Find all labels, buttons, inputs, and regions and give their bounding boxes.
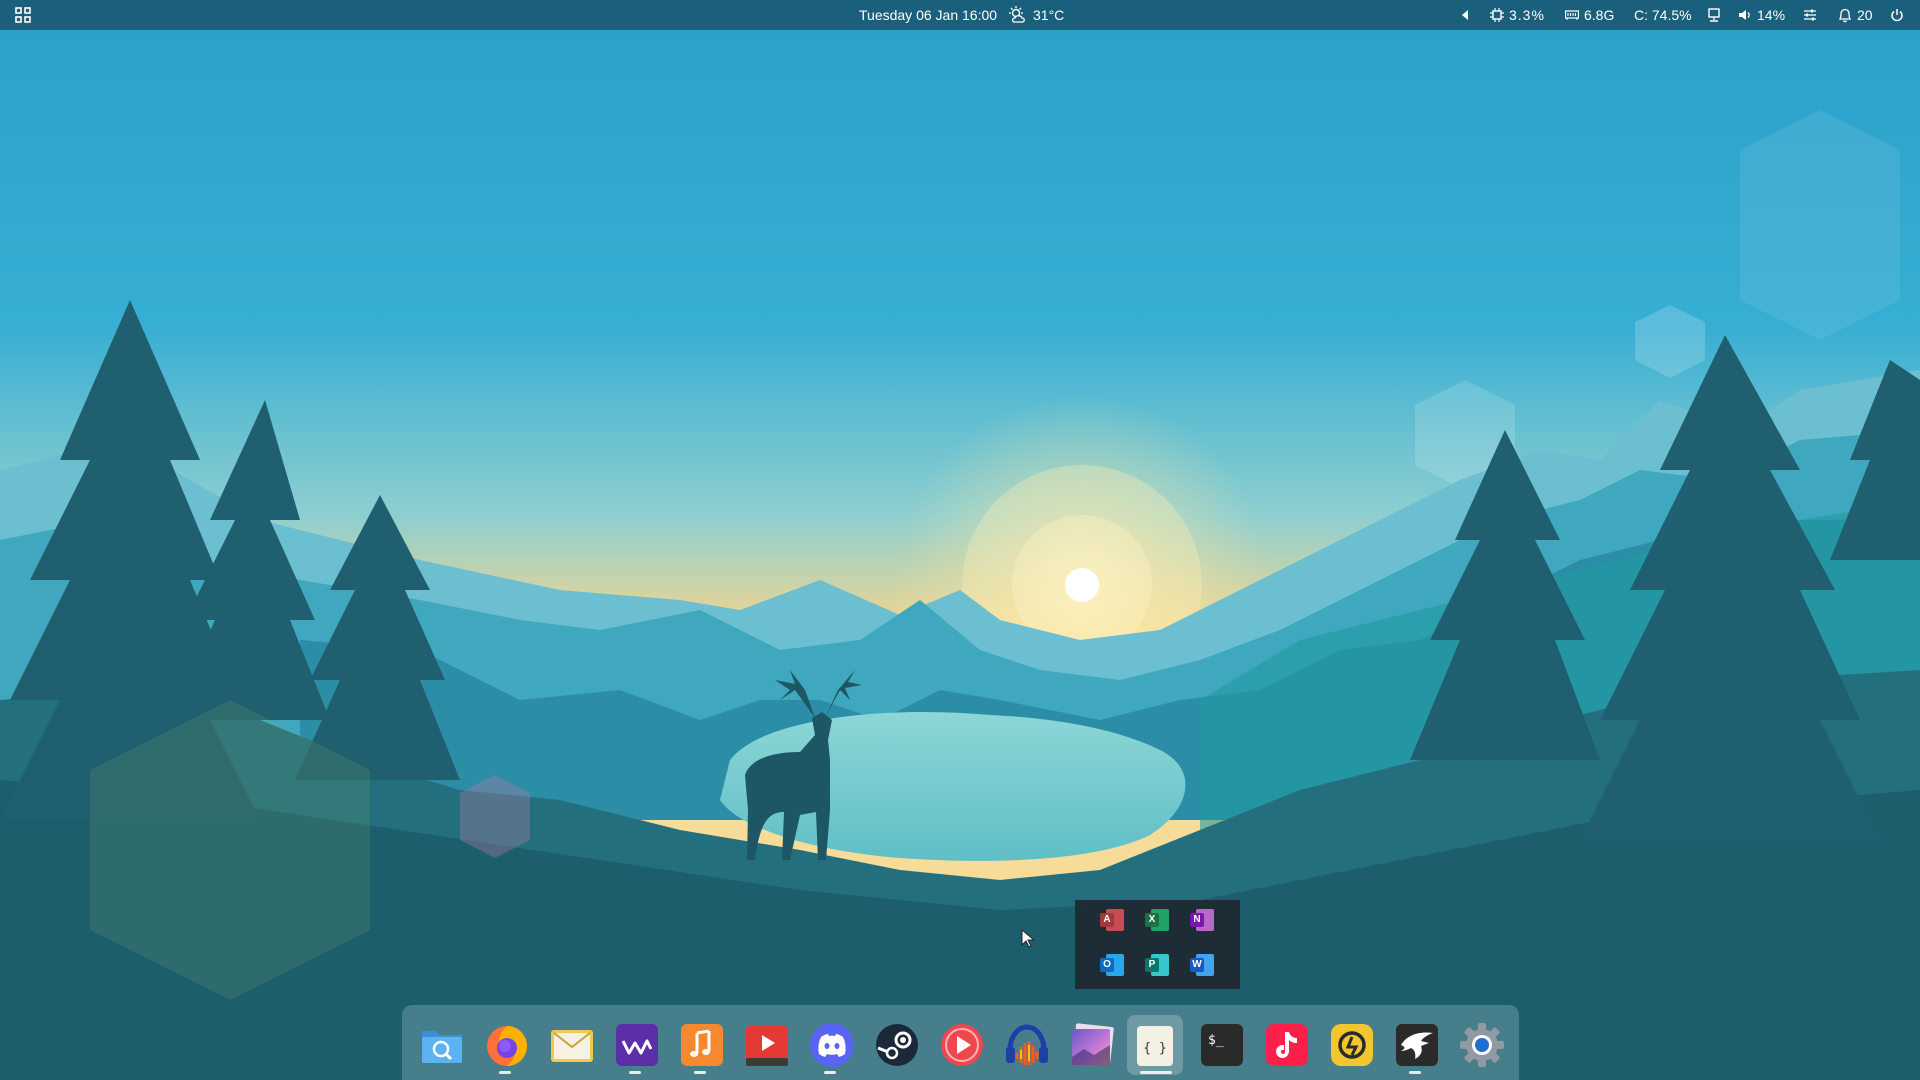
running-indicator-code-editor [1140,1071,1172,1074]
dock: { } $_ [402,1005,1519,1080]
access-letter: A [1100,913,1114,927]
stremio-icon [616,1024,658,1066]
running-indicator-firefox [499,1071,511,1074]
dock-audacity[interactable] [1001,1019,1053,1071]
memory-icon [1565,10,1579,20]
datetime-label: Tuesday 06 Jan 16:00 [859,7,998,23]
speaker-icon [1739,10,1750,20]
dock-steam[interactable] [871,1019,923,1071]
running-indicator-eagle [1409,1071,1421,1074]
dock-firefox[interactable] [481,1019,533,1071]
dock-settings[interactable] [1456,1019,1508,1071]
dock-sync[interactable] [1326,1019,1378,1071]
code-glyph: { } [1143,1041,1166,1056]
mail-icon [551,1030,593,1062]
outlook-app[interactable]: O [1100,953,1124,977]
cpu-indicator[interactable]: 3.3% [1490,0,1545,30]
quick-settings-button[interactable] [1803,0,1817,30]
disk-indicator[interactable]: C: 74.5% [1634,0,1692,30]
dock-terminal[interactable]: $_ [1196,1019,1248,1071]
steam-icon [876,1024,918,1066]
audacity-icon [1006,1024,1048,1065]
dock-photos[interactable] [1066,1019,1118,1071]
running-indicator-discord [824,1071,836,1074]
app-grid-button[interactable] [15,0,31,30]
outlook-letter: O [1100,958,1114,972]
dock-tiktok[interactable] [1261,1019,1313,1071]
music-icon [681,1024,723,1066]
tray-arrow-icon [1462,10,1468,20]
mouse-cursor [1021,929,1036,948]
weather-indicator[interactable]: 31°C [1008,0,1064,30]
word-app[interactable]: W [1190,953,1214,977]
dock-music[interactable] [676,1019,728,1071]
desktop-wallpaper [0,0,1920,1080]
terminal-glyph: $_ [1208,1033,1224,1048]
clock[interactable]: Tuesday 06 Jan 16:00 [859,0,997,30]
running-indicator-music [694,1071,706,1074]
onenote-letter: N [1190,913,1204,927]
volume-label: 14% [1757,7,1786,23]
disk-label: C: 74.5% [1634,7,1692,23]
excel-letter: X [1145,913,1159,927]
dock-video-player[interactable] [741,1019,793,1071]
publisher-app[interactable]: P [1145,953,1169,977]
dock-discord[interactable] [806,1019,858,1071]
word-letter: W [1190,958,1204,972]
settings-gear-icon [1460,1023,1504,1067]
display-button[interactable] [1707,0,1721,30]
dock-finder[interactable] [416,1019,468,1071]
weather-icon [1009,6,1025,23]
cpu-icon [1490,8,1504,22]
display-icon [1708,8,1720,22]
eagle-icon [1396,1024,1438,1066]
access-app[interactable]: A [1100,908,1124,932]
photos-icon [1072,1023,1114,1065]
bell-icon [1838,8,1852,22]
volume-indicator[interactable]: 14% [1738,0,1785,30]
finder-icon [422,1031,462,1063]
power-icon [1891,9,1903,22]
power-button[interactable] [1890,0,1904,30]
dock-mail[interactable] [546,1019,598,1071]
notifications-count: 20 [1857,7,1873,23]
discord-icon [810,1023,854,1067]
terminal-icon: $_ [1201,1024,1243,1066]
dock-stremio[interactable] [611,1019,663,1071]
tiktok-icon [1266,1024,1308,1066]
office-apps-popup: A X N O P W [1075,900,1240,989]
video-player-icon [746,1026,788,1066]
onenote-app[interactable]: N [1190,908,1214,932]
running-indicator-stremio [629,1071,641,1074]
firefox-icon [487,1026,527,1066]
dock-eagle[interactable] [1391,1019,1443,1071]
play-circle-icon [941,1024,983,1066]
notifications-button[interactable]: 20 [1838,0,1873,30]
top-panel: Tuesday 06 Jan 16:00 31°C 3.3% 6.8G C: 7… [0,0,1920,30]
dock-code-editor[interactable]: { } [1127,1015,1183,1075]
settings-sliders-icon [1804,9,1816,21]
memory-label: 6.8G [1584,7,1615,23]
app-grid-icon [15,7,31,23]
memory-indicator[interactable]: 6.8G [1565,0,1614,30]
excel-app[interactable]: X [1145,908,1169,932]
tray-expand-button[interactable] [1460,0,1470,30]
cpu-label: 3.3% [1509,7,1545,23]
code-editor-icon: { } [1137,1026,1173,1066]
dock-media-player[interactable] [936,1019,988,1071]
sync-icon [1331,1024,1373,1066]
publisher-letter: P [1145,958,1159,972]
weather-label: 31°C [1033,7,1065,23]
